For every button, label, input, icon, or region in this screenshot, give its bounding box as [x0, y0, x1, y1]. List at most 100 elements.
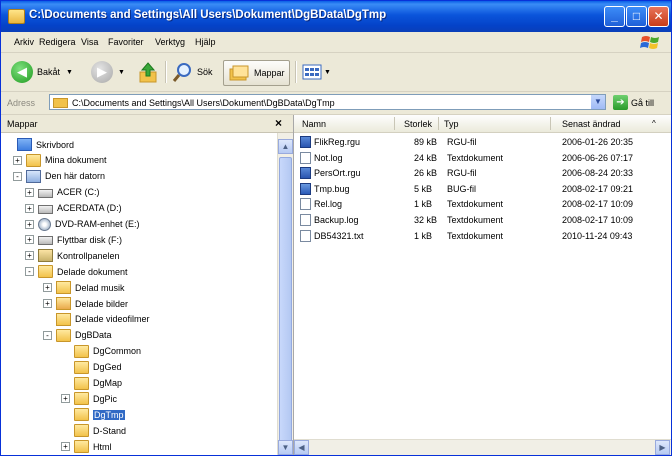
expand-icon[interactable]: + [25, 235, 34, 245]
file-row[interactable]: Not.log 24 kB Textdokument 2006-06-26 07:17 [294, 151, 671, 166]
folder-icon [38, 265, 53, 279]
go-button[interactable]: ➔ Gå till [613, 95, 654, 110]
tree-item[interactable]: Skrivbord [17, 137, 74, 152]
text-file-icon [300, 198, 311, 211]
file-size: 5 kB [414, 183, 433, 194]
up-folder-button[interactable] [138, 60, 158, 84]
menu-redigera[interactable]: Redigera [39, 37, 76, 47]
column-size[interactable]: Storlek [404, 119, 432, 129]
scroll-left-icon[interactable]: ◀ [294, 440, 309, 455]
tree-item[interactable]: - Delade dokument [25, 264, 128, 279]
tree-item[interactable]: DgMap [74, 376, 122, 391]
file-list-header: Namn Storlek Typ Senast ändrad ^ [294, 115, 671, 133]
tree-item[interactable]: + Kontrollpanelen [25, 248, 120, 263]
file-row[interactable]: PersOrt.rgu 26 kB RGU-fil 2006-08-24 20:33 [294, 166, 671, 181]
expand-icon[interactable]: + [61, 394, 70, 404]
back-arrow-icon: ◀ [11, 61, 33, 83]
tree-item-label: Delade videofilmer [75, 314, 150, 325]
tree-item[interactable]: + ACER (C:) [25, 185, 100, 200]
scroll-right-icon[interactable]: ▶ [655, 440, 670, 455]
views-button[interactable]: ▼ [302, 60, 331, 84]
tree-item[interactable]: Delade videofilmer [56, 312, 150, 327]
collapse-icon[interactable]: - [25, 267, 34, 277]
folder-icon [74, 344, 89, 358]
tree-item[interactable]: + DVD-RAM-enhet (E:) [25, 217, 140, 232]
search-button[interactable]: Sök [172, 60, 213, 84]
minimize-button[interactable]: _ [604, 6, 625, 27]
folder-icon [56, 328, 71, 342]
menu-hjalp[interactable]: Hjälp [195, 37, 216, 47]
tree-item[interactable]: D-Stand [74, 423, 126, 438]
menu-favoriter[interactable]: Favoriter [108, 37, 144, 47]
file-size: 26 kB [414, 168, 438, 179]
tree-item-label: Delade dokument [57, 266, 128, 277]
chevron-down-icon[interactable]: ▼ [324, 69, 331, 76]
collapse-icon[interactable]: - [43, 330, 52, 340]
file-row[interactable]: Tmp.bug 5 kB BUG-fil 2008-02-17 09:21 [294, 182, 671, 197]
maximize-button[interactable]: □ [626, 6, 647, 27]
chevron-down-icon[interactable]: ▼ [66, 69, 73, 76]
close-button[interactable]: ✕ [648, 6, 669, 27]
expand-icon[interactable]: + [43, 283, 52, 293]
tree-item[interactable]: - DgBData [43, 328, 112, 343]
menu-verktyg[interactable]: Verktyg [155, 37, 185, 47]
tree-item[interactable]: - Den här datorn [13, 169, 105, 184]
windows-logo-icon [640, 36, 659, 49]
file-type: Textdokument [447, 152, 504, 163]
forward-button[interactable]: ▶ ▼ [91, 60, 125, 84]
tree-item[interactable]: DgTmp [74, 407, 125, 422]
column-modified[interactable]: Senast ändrad [562, 119, 621, 129]
file-row[interactable]: Rel.log 1 kB Textdokument 2008-02-17 10:09 [294, 197, 671, 212]
tree-item[interactable]: + Html [61, 439, 112, 454]
expand-icon[interactable]: + [25, 187, 34, 197]
search-label: Sök [197, 67, 213, 77]
tree-item[interactable]: DgCommon [74, 344, 141, 359]
tree-item[interactable]: + DgPic [61, 391, 117, 406]
file-row[interactable]: DB54321.txt 1 kB Textdokument 2010-11-24 09… [294, 229, 671, 244]
file-row[interactable]: Backup.log 32 kB Textdokument 2008-02-17 10… [294, 213, 671, 228]
tree-item[interactable]: + Delade bilder [43, 296, 128, 311]
folder-pane-scrollbar[interactable]: ▲ ▼ [277, 133, 293, 455]
address-label: Adress [7, 98, 36, 108]
file-modified: 2008-02-17 10:09 [562, 215, 634, 225]
column-name[interactable]: Namn [302, 119, 326, 129]
file-row[interactable]: FlikReg.rgu 89 kB RGU-fil 2006-01-26 20:35 [294, 135, 671, 150]
expand-icon[interactable]: + [25, 203, 34, 213]
close-icon[interactable]: × [275, 116, 282, 130]
file-type: RGU-fil [447, 168, 477, 179]
menu-arkiv[interactable]: Arkiv [14, 37, 34, 47]
menu-bar: Arkiv Redigera Visa Favoriter Verktyg Hj… [1, 32, 671, 53]
tree-item[interactable]: + ACERDATA (D:) [25, 201, 122, 216]
bug-file-icon [300, 182, 311, 195]
expand-icon[interactable]: + [25, 219, 34, 229]
file-size: 89 kB [414, 137, 438, 147]
chevron-down-icon[interactable]: ▼ [591, 95, 605, 109]
file-type: Textdokument [447, 199, 504, 210]
chevron-down-icon[interactable]: ▼ [118, 69, 125, 76]
file-list: Namn Storlek Typ Senast ändrad ^ FlikReg… [294, 115, 671, 455]
expand-icon[interactable]: + [43, 299, 52, 308]
collapse-icon[interactable]: - [13, 171, 22, 181]
folders-button[interactable]: Mappar [223, 60, 290, 86]
scroll-down-icon[interactable]: ▼ [278, 440, 293, 455]
title-bar[interactable]: C:\Documents and Settings\All Users\Doku… [1, 1, 671, 32]
tree-item[interactable]: DgGed [74, 360, 122, 375]
back-button[interactable]: ◀ Bakåt ▼ [11, 60, 73, 84]
pictures-folder-icon [56, 297, 71, 310]
tree-item-label: Delad musik [75, 282, 125, 293]
menu-visa[interactable]: Visa [81, 37, 98, 47]
tree-item[interactable]: + Flyttbar disk (F:) [25, 232, 122, 247]
expand-icon[interactable]: + [13, 155, 22, 165]
scroll-up-icon[interactable]: ▲ [278, 139, 293, 154]
file-name: DB54321.txt [314, 230, 364, 241]
column-type[interactable]: Typ [444, 119, 459, 129]
folder-pane: Mappar × Skrivbord + Mina dokument - Den här… [1, 115, 294, 455]
expand-icon[interactable]: + [25, 251, 34, 261]
address-input[interactable]: C:\Documents and Settings\All Users\Doku… [49, 94, 606, 110]
file-list-scrollbar[interactable]: ◀ ▶ [294, 439, 671, 455]
tree-item[interactable]: + Delad musik [43, 280, 125, 295]
folders-label: Mappar [254, 68, 285, 78]
scrollbar-thumb[interactable] [279, 157, 292, 447]
tree-item[interactable]: + Mina dokument [13, 153, 107, 168]
expand-icon[interactable]: + [61, 442, 70, 452]
